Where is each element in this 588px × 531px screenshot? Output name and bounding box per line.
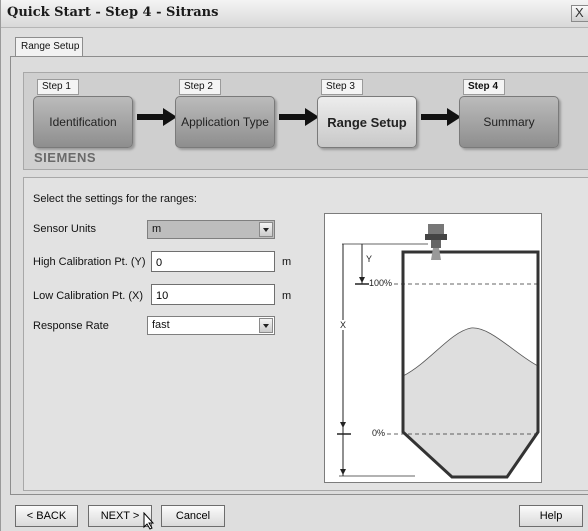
chevron-down-icon[interactable] [259, 222, 273, 237]
step-box: Range Setup [317, 96, 417, 148]
close-icon[interactable]: X [571, 5, 588, 22]
step-box: Summary [459, 96, 559, 148]
tab-range-setup[interactable]: Range Setup [15, 37, 83, 57]
high-calibration-input[interactable] [151, 251, 275, 272]
arrow-right-icon [421, 108, 461, 126]
window-title: Quick Start - Step 4 - Sitrans [7, 5, 219, 20]
high-calibration-unit: m [282, 256, 292, 268]
chevron-down-icon[interactable] [259, 318, 273, 333]
quick-start-window: Quick Start - Step 4 - Sitrans X Range S… [0, 0, 588, 531]
sensor-units-select[interactable]: m [147, 220, 275, 239]
title-bar: Quick Start - Step 4 - Sitrans X [1, 0, 588, 28]
step-label: Step 1 [37, 79, 79, 95]
step-label: Step 3 [321, 79, 363, 95]
mouse-pointer-icon [143, 512, 155, 530]
vessel-diagram: Y X 100% 0% [324, 213, 542, 483]
response-rate-select[interactable]: fast [147, 316, 275, 335]
help-button[interactable]: Help [519, 505, 583, 527]
full-level-label: 100% [369, 278, 393, 288]
empty-level-label: 0% [372, 428, 386, 438]
step-label: Step 4 [463, 79, 505, 95]
step-label: Step 2 [179, 79, 221, 95]
step-box: Application Type [175, 96, 275, 148]
high-calibration-label: High Calibration Pt. (Y) [33, 256, 146, 268]
response-rate-label: Response Rate [33, 320, 109, 332]
back-button[interactable]: < BACK [15, 505, 78, 527]
cancel-button[interactable]: Cancel [161, 505, 225, 527]
siemens-logo: SIEMENS [34, 150, 97, 165]
low-calibration-label: Low Calibration Pt. (X) [33, 290, 144, 302]
arrow-right-icon [137, 108, 177, 126]
y-dimension-label: Y [366, 254, 373, 264]
arrow-right-icon [279, 108, 319, 126]
step-box: Identification [33, 96, 133, 148]
low-calibration-input[interactable] [151, 284, 275, 305]
sensor-units-label: Sensor Units [33, 223, 96, 235]
sensor-units-value: m [152, 223, 162, 235]
x-dimension-label: X [340, 320, 347, 330]
instructions-text: Select the settings for the ranges: [33, 193, 197, 205]
low-calibration-unit: m [282, 290, 292, 302]
response-rate-value: fast [152, 319, 170, 331]
